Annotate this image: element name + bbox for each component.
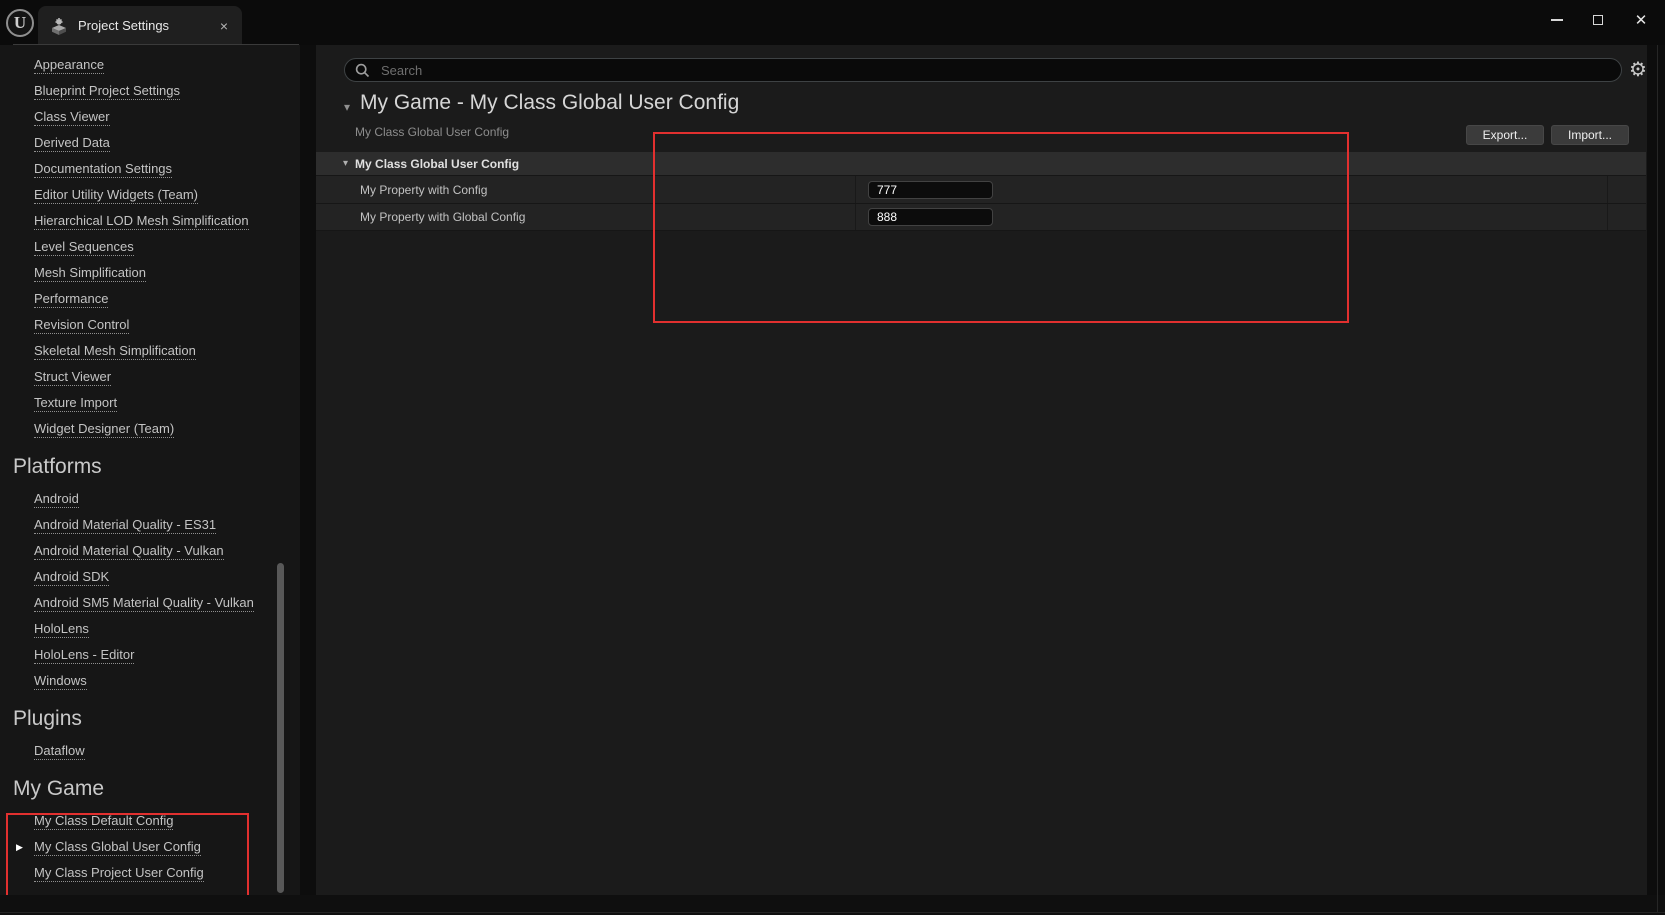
sidebar-item-label: Struct Viewer <box>34 369 111 386</box>
sidebar-item-revision-control[interactable]: Revision Control <box>0 312 300 338</box>
category-header[interactable]: ▾ My Class Global User Config <box>316 152 1646 176</box>
sidebar-item-label: Dataflow <box>34 743 85 760</box>
sidebar-item-label: HoloLens <box>34 621 89 638</box>
title-collapse-icon[interactable]: ▾ <box>344 101 350 113</box>
sidebar-item-derived-data[interactable]: Derived Data <box>0 130 300 156</box>
sidebar-item-label: Android Material Quality - Vulkan <box>34 543 224 560</box>
sidebar-item-hierarchical-lod-mesh-simplification[interactable]: Hierarchical LOD Mesh Simplification <box>0 208 300 234</box>
sidebar-item-class-viewer[interactable]: Class Viewer <box>0 104 300 130</box>
sidebar-item-documentation-settings[interactable]: Documentation Settings <box>0 156 300 182</box>
settings-gear-icon[interactable]: ⚙ <box>1629 59 1647 81</box>
sidebar-item-label: Android <box>34 491 79 508</box>
sidebar-item-my-class-default-config[interactable]: My Class Default Config <box>0 808 300 834</box>
property-row: My Property with Global Config <box>316 204 1646 231</box>
category-label: My Class Global User Config <box>355 157 519 171</box>
sidebar-item-dataflow[interactable]: Dataflow <box>0 738 300 764</box>
tab-close-icon[interactable]: × <box>216 18 232 34</box>
sidebar-scrollbar-thumb[interactable] <box>277 563 284 893</box>
search-input[interactable] <box>379 62 1611 79</box>
selected-item-arrow-icon: ▶ <box>16 834 23 860</box>
search-icon <box>355 63 370 78</box>
sidebar-item-widget-designer-team-[interactable]: Widget Designer (Team) <box>0 416 300 442</box>
sidebar-item-label: Android SM5 Material Quality - Vulkan <box>34 595 254 612</box>
tab-title: Project Settings <box>78 18 216 33</box>
sidebar-item-performance[interactable]: Performance <box>0 286 300 312</box>
sidebar-item-editor-utility-widgets-team-[interactable]: Editor Utility Widgets (Team) <box>0 182 300 208</box>
sidebar-item-skeletal-mesh-simplification[interactable]: Skeletal Mesh Simplification <box>0 338 300 364</box>
property-value-input[interactable] <box>868 181 993 199</box>
window-close-button[interactable]: ✕ <box>1633 12 1649 28</box>
sidebar-item-label: HoloLens - Editor <box>34 647 134 664</box>
sidebar-item-label: My Class Project User Config <box>34 865 204 882</box>
sidebar-item-my-class-project-user-config[interactable]: My Class Project User Config <box>0 860 300 886</box>
sidebar-item-appearance[interactable]: Appearance <box>0 52 300 78</box>
project-settings-window: U Project Settings × ✕ <box>0 0 1665 915</box>
property-row-end-cell <box>1607 176 1646 203</box>
sidebar-item-label: Mesh Simplification <box>34 265 146 282</box>
sidebar-item-mesh-simplification[interactable]: Mesh Simplification <box>0 260 300 286</box>
sidebar-item-label: Appearance <box>34 57 104 74</box>
sidebar-item-label: Revision Control <box>34 317 129 334</box>
sidebar-item-label: Skeletal Mesh Simplification <box>34 343 196 360</box>
sidebar-item-label: Android Material Quality - ES31 <box>34 517 216 534</box>
sidebar-item-label: Derived Data <box>34 135 110 152</box>
sidebar-section-header-platforms: Platforms <box>0 448 300 486</box>
sidebar-item-android-material-quality-es31[interactable]: Android Material Quality - ES31 <box>0 512 300 538</box>
import-button[interactable]: Import... <box>1551 125 1629 145</box>
sidebar-item-texture-import[interactable]: Texture Import <box>0 390 300 416</box>
sidebar-item-hololens[interactable]: HoloLens <box>0 616 300 642</box>
sidebar-item-label: Widget Designer (Team) <box>34 421 174 438</box>
property-row-end-cell <box>1607 204 1646 230</box>
sidebar-item-label: Android SDK <box>34 569 109 586</box>
page-title: My Game - My Class Global User Config <box>360 91 739 115</box>
window-minimize-button[interactable] <box>1549 12 1565 28</box>
project-settings-icon <box>50 17 68 35</box>
sidebar-item-windows[interactable]: Windows <box>0 668 300 694</box>
property-label: My Property with Config <box>316 176 855 203</box>
sidebar-item-label: Windows <box>34 673 87 690</box>
property-value-cell <box>855 176 1607 203</box>
property-value-input[interactable] <box>868 208 993 226</box>
sidebar-item-label: Editor Utility Widgets (Team) <box>34 187 198 204</box>
sidebar-item-blueprint-project-settings[interactable]: Blueprint Project Settings <box>0 78 300 104</box>
window-maximize-button[interactable] <box>1590 12 1606 28</box>
export-button[interactable]: Export... <box>1466 125 1544 145</box>
sidebar-item-level-sequences[interactable]: Level Sequences <box>0 234 300 260</box>
category-collapse-icon[interactable]: ▾ <box>343 159 348 169</box>
sidebar-item-label: Level Sequences <box>34 239 134 256</box>
property-value-cell <box>855 204 1607 230</box>
sidebar-section-header-my-game: My Game <box>0 770 300 808</box>
sidebar-item-android[interactable]: Android <box>0 486 300 512</box>
property-row: My Property with Config <box>316 176 1646 204</box>
search-bar[interactable] <box>344 58 1622 82</box>
sidebar-item-android-sm5-material-quality-vulkan[interactable]: Android SM5 Material Quality - Vulkan <box>0 590 300 616</box>
page-subtitle: My Class Global User Config <box>355 125 509 139</box>
sidebar-item-label: Class Viewer <box>34 109 110 126</box>
sidebar-item-label: Performance <box>34 291 108 308</box>
unreal-logo-letter: U <box>14 14 26 31</box>
sidebar-item-label: My Class Default Config <box>34 813 173 830</box>
sidebar-item-android-material-quality-vulkan[interactable]: Android Material Quality - Vulkan <box>0 538 300 564</box>
sidebar-item-android-sdk[interactable]: Android SDK <box>0 564 300 590</box>
window-bottom-border <box>0 912 1665 913</box>
window-right-border <box>1657 45 1658 913</box>
sidebar-item-hololens-editor[interactable]: HoloLens - Editor <box>0 642 300 668</box>
title-bar: U Project Settings × ✕ <box>0 0 1665 45</box>
sidebar-item-my-class-global-user-config[interactable]: ▶ My Class Global User Config <box>0 834 300 860</box>
sidebar-section-header-plugins: Plugins <box>0 700 300 738</box>
unreal-engine-logo-icon: U <box>6 9 34 37</box>
property-label: My Property with Global Config <box>316 204 855 230</box>
tab-project-settings[interactable]: Project Settings × <box>38 6 242 45</box>
settings-sidebar: Appearance Blueprint Project Settings Clas… <box>0 45 300 895</box>
sidebar-item-label: Blueprint Project Settings <box>34 83 180 100</box>
sidebar-item-label: Hierarchical LOD Mesh Simplification <box>34 213 249 230</box>
sidebar-item-label: My Class Global User Config <box>34 839 201 856</box>
sidebar-item-label: Texture Import <box>34 395 117 412</box>
sidebar-item-label: Documentation Settings <box>34 161 172 178</box>
settings-main-panel: ⚙ ▾ My Game - My Class Global User Confi… <box>316 45 1647 895</box>
sidebar-item-struct-viewer[interactable]: Struct Viewer <box>0 364 300 390</box>
